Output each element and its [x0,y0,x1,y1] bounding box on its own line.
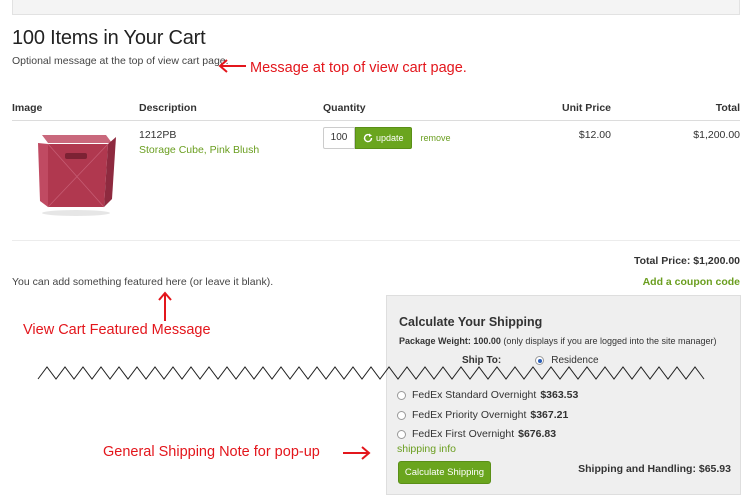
shipping-option-name: FedEx First Overnight [412,428,515,440]
arrow-left-icon [218,59,246,73]
shipping-handling-total: Shipping and Handling: $65.93 [578,463,731,475]
calculate-shipping-button[interactable]: Calculate Shipping [398,461,491,484]
shipping-option[interactable]: FedEx First Overnight $676.83 [397,428,556,440]
col-total: Total [611,96,740,121]
update-label: update [376,132,404,143]
total-cell: $1,200.00 [611,120,740,241]
shipping-option-name: FedEx Standard Overnight [412,389,537,401]
col-unit-price: Unit Price [473,96,611,121]
product-image-cell [12,120,139,241]
package-weight-label: Package Weight: 100.00 [399,336,501,346]
table-header-row: Image Description Quantity Unit Price To… [12,96,740,121]
total-price: Total Price: $1,200.00 [633,255,740,267]
shipping-option-name: FedEx Priority Overnight [412,409,527,421]
header-bar [12,0,740,15]
col-image: Image [12,96,139,121]
shipping-option-radio[interactable] [397,390,406,400]
shipping-option-price: $363.53 [540,389,579,401]
cart-table: Image Description Quantity Unit Price To… [12,96,740,241]
featured-message: You can add something featured here (or … [12,276,274,288]
remove-link[interactable]: remove [421,133,451,143]
product-sku: 1212PB [139,128,177,141]
shipping-option[interactable]: FedEx Standard Overnight $363.53 [397,389,578,401]
annotation-top-message: Message at top of view cart page. [250,60,467,76]
table-row: 1212PB Storage Cube, Pink Blush 100 upda… [12,120,740,241]
arrow-up-icon [158,291,172,321]
col-description: Description [139,96,323,121]
refresh-icon [363,133,373,142]
quantity-input[interactable]: 100 [323,126,355,149]
update-button[interactable]: update [355,126,412,149]
shipping-option-radio[interactable] [397,410,406,420]
package-weight: Package Weight: 100.00 (only displays if… [399,336,717,346]
product-name-link[interactable]: Storage Cube, Pink Blush [139,144,323,156]
annotation-featured: View Cart Featured Message [23,322,211,338]
col-quantity: Quantity [323,96,473,121]
shipping-option-radio[interactable] [397,429,406,439]
shipping-option-price: $676.83 [518,428,557,440]
page-title: 100 Items in Your Cart [12,27,206,49]
shipping-title: Calculate Your Shipping [399,315,543,329]
unit-price-cell: $12.00 [473,120,611,241]
top-message: Optional message at the top of view cart… [12,55,229,67]
product-image[interactable] [24,131,119,221]
package-weight-note: (only displays if you are logged into th… [503,336,717,346]
annotation-shipping: General Shipping Note for pop-up [103,444,320,460]
shipping-calculator: Calculate Your Shipping Package Weight: … [386,295,741,495]
shipping-info-link[interactable]: shipping info [397,443,456,455]
add-coupon-link[interactable]: Add a coupon code [643,276,740,288]
zigzag-divider [0,363,705,383]
arrow-right-icon [343,446,371,460]
shipping-option[interactable]: FedEx Priority Overnight $367.21 [397,409,568,421]
quantity-cell: 100 update remove [323,120,473,241]
shipping-option-price: $367.21 [530,409,569,421]
description-cell: 1212PB Storage Cube, Pink Blush [139,120,323,241]
